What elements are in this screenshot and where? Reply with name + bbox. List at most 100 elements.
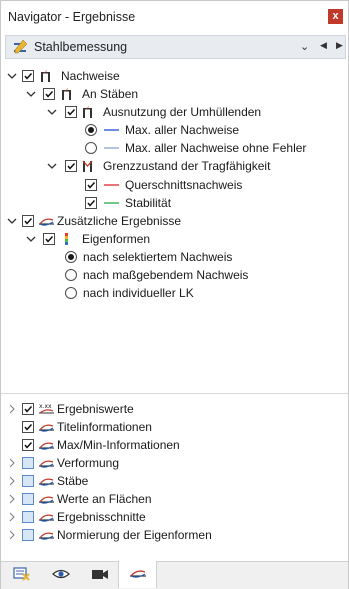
radio-nach-massgebendem[interactable]: [65, 269, 77, 281]
radio-item-nach-selektiertem[interactable]: nach selektiertem Nachweis: [65, 248, 232, 266]
tree-item-zusaetzliche-ergebnisse: Zusätzliche Ergebnisse: [7, 212, 181, 230]
tree-label-ergebnisschnitte: Ergebnisschnitte: [57, 510, 146, 524]
expand-icon[interactable]: [7, 404, 17, 414]
tree-item-ausnutzung: ✓ Ausnutzung der Umhüllenden: [47, 103, 261, 121]
tab-data[interactable]: [3, 562, 40, 588]
chevron-down-icon[interactable]: ⌄: [300, 40, 309, 53]
tree-item-verformung: Verformung: [7, 454, 119, 472]
tree-item-querschnitt: Querschnittsnachweis: [85, 176, 242, 194]
tab-results[interactable]: [118, 561, 157, 588]
svg-text:✓: ✓: [64, 87, 69, 94]
limit-state-icon: [81, 159, 97, 173]
checkbox-normierung[interactable]: [22, 529, 34, 541]
tree-label-titelinformationen: Titelinformationen: [57, 420, 152, 434]
results-diagram-icon: [39, 214, 55, 228]
radio-label-max-aller: Max. aller Nachweise: [125, 123, 240, 137]
close-button[interactable]: x: [328, 9, 343, 24]
checkbox-maxmin[interactable]: [22, 439, 34, 451]
tree-label-an-staeben: An Stäben: [82, 87, 139, 101]
tree-label-werte-an-flaechen: Werte an Flächen: [57, 492, 152, 506]
radio-nach-individueller-lk[interactable]: [65, 287, 77, 299]
checkbox-stabilitaet[interactable]: [85, 197, 97, 209]
radio-label-nach-selektiertem: nach selektiertem Nachweis: [83, 250, 233, 264]
checkbox-nachweise[interactable]: [22, 70, 34, 82]
radio-nach-selektiertem[interactable]: [65, 251, 77, 263]
collapse-icon[interactable]: [47, 107, 57, 117]
checkbox-ergebnisschnitte[interactable]: [22, 511, 34, 523]
utilization-icon: ✓: [81, 105, 97, 119]
title-bar: Navigator - Ergebnisse x: [1, 1, 348, 33]
results-diagram-icon: [39, 420, 55, 434]
tree-item-normierung: Normierung der Eigenformen: [7, 526, 212, 544]
collapse-icon[interactable]: [26, 234, 36, 244]
tree-item-werte-an-flaechen: Werte an Flächen: [7, 490, 152, 508]
tree-label-ausnutzung: Ausnutzung der Umhüllenden: [103, 105, 262, 119]
collapse-icon[interactable]: [7, 71, 17, 81]
checkbox-staebe[interactable]: [22, 475, 34, 487]
radio-label-nach-massgebendem: nach maßgebendem Nachweis: [83, 268, 249, 282]
expand-icon[interactable]: [7, 512, 17, 522]
tree-label-normierung: Normierung der Eigenformen: [57, 528, 212, 542]
radio-label-nach-individueller-lk: nach individueller LK: [83, 286, 194, 300]
checkbox-grenzzustand[interactable]: [65, 160, 77, 172]
tree-label-stabilitaet: Stabilität: [125, 196, 172, 210]
pane-divider[interactable]: [1, 393, 348, 394]
mode-shape-icon: [60, 232, 76, 246]
tree-item-grenzzustand: Grenzzustand der Tragfähigkeit: [47, 157, 270, 175]
tree-item-an-staeben: ✓ An Stäben: [26, 85, 138, 103]
results-diagram-icon: [39, 510, 55, 524]
results-diagram-icon: [39, 528, 55, 542]
steel-design-icon: [12, 39, 28, 55]
tab-views[interactable]: [81, 562, 118, 588]
tree-item-stabilitaet: Stabilität: [85, 194, 171, 212]
checkbox-ausnutzung[interactable]: [65, 106, 77, 118]
collapse-icon[interactable]: [7, 216, 17, 226]
collapse-icon[interactable]: [26, 89, 36, 99]
tree-label-eigenformen: Eigenformen: [82, 232, 151, 246]
light-blue-line-icon: [104, 141, 120, 155]
result-values-icon: x.xx: [39, 402, 55, 416]
tree-item-ergebniswerte: x.xx Ergebniswerte: [7, 400, 134, 418]
tree-item-eigenformen: Eigenformen: [26, 230, 150, 248]
expand-icon[interactable]: [7, 530, 17, 540]
design-check-icon: ✓: [39, 69, 55, 83]
checkbox-titelinformationen[interactable]: [22, 421, 34, 433]
checkbox-verformung[interactable]: [22, 457, 34, 469]
radio-max-aller[interactable]: [85, 124, 97, 136]
radio-item-max-aller-ohne-fehler[interactable]: Max. aller Nachweise ohne Fehler: [85, 139, 306, 157]
tree-label-zusaetzliche-ergebnisse: Zusätzliche Ergebnisse: [57, 214, 182, 228]
previous-icon[interactable]: ◀: [320, 40, 327, 51]
tree-label-querschnitt: Querschnittsnachweis: [125, 178, 243, 192]
next-icon[interactable]: ▶: [336, 40, 343, 51]
tree-item-titelinformationen: Titelinformationen: [7, 418, 152, 436]
collapse-icon[interactable]: [47, 161, 57, 171]
window-title: Navigator - Ergebnisse: [8, 10, 136, 24]
svg-text:✓: ✓: [85, 105, 90, 112]
tree-item-staebe: Stäbe: [7, 472, 88, 490]
eye-icon: [51, 567, 70, 584]
results-icon: [129, 566, 147, 583]
checkbox-querschnitt[interactable]: [85, 179, 97, 191]
radio-item-max-aller[interactable]: Max. aller Nachweise: [85, 121, 239, 139]
module-select[interactable]: Stahlbemessung ⌄ ◀ ▶: [5, 35, 346, 59]
radio-item-nach-massgebendem[interactable]: nach maßgebendem Nachweis: [65, 266, 248, 284]
radio-item-nach-individueller-lk[interactable]: nach individueller LK: [65, 284, 194, 302]
expand-icon[interactable]: [7, 458, 17, 468]
tree-label-verformung: Verformung: [57, 456, 120, 470]
radio-max-aller-ohne-fehler[interactable]: [85, 142, 97, 154]
member-check-icon: ✓: [60, 87, 76, 101]
expand-icon[interactable]: [7, 494, 17, 504]
module-select-label: Stahlbemessung: [34, 40, 128, 54]
tab-display[interactable]: [42, 562, 79, 588]
checkbox-ergebniswerte[interactable]: [22, 403, 34, 415]
tree-label-staebe: Stäbe: [57, 474, 89, 488]
tree-item-ergebnisschnitte: Ergebnisschnitte: [7, 508, 146, 526]
expand-icon[interactable]: [7, 476, 17, 486]
checkbox-an-staeben[interactable]: [43, 88, 55, 100]
checkbox-eigenformen[interactable]: [43, 233, 55, 245]
tree-item-nachweise: ✓ Nachweise: [7, 67, 120, 85]
checkbox-werte-an-flaechen[interactable]: [22, 493, 34, 505]
results-diagram-icon: [39, 492, 55, 506]
checkbox-zusaetzliche-ergebnisse[interactable]: [22, 215, 34, 227]
